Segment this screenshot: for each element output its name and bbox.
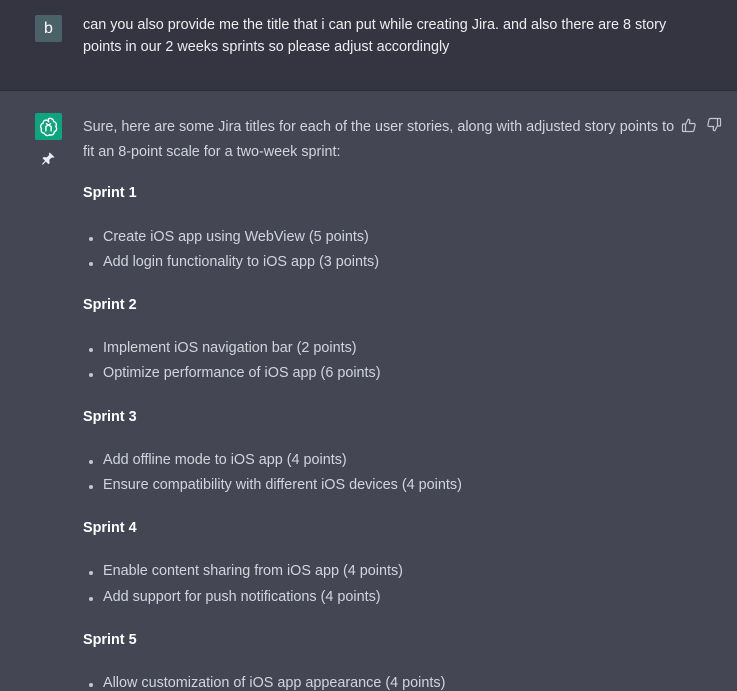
- user-message: b can you also provide me the title that…: [0, 0, 737, 91]
- sprint-5-heading: Sprint 5: [83, 632, 137, 648]
- assistant-message: Sure, here are some Jira titles for each…: [0, 91, 737, 691]
- thumbs-down-icon[interactable]: [706, 117, 722, 133]
- list-item: Add offline mode to iOS app (4 points): [89, 452, 347, 468]
- openai-logo-icon: [35, 113, 62, 140]
- list-item: Enable content sharing from iOS app (4 p…: [89, 563, 403, 579]
- list-item: Create iOS app using WebView (5 points): [89, 229, 369, 245]
- list-item: Ensure compatibility with different iOS …: [89, 477, 462, 493]
- sprint-1-heading: Sprint 1: [83, 185, 137, 201]
- intro-paragraph: Sure, here are some Jira titles for each…: [83, 119, 675, 160]
- list-item: Allow customization of iOS app appearanc…: [88, 675, 446, 691]
- list-item: Implement iOS navigation bar (2 points): [89, 340, 357, 356]
- user-avatar: b: [35, 15, 62, 42]
- user-message-text: can you also provide me the title that i…: [83, 17, 667, 55]
- list-item: Add support for push notifications (4 po…: [89, 589, 381, 605]
- list-item: Add login functionality to iOS app (3 po…: [89, 254, 379, 270]
- sprint-2-heading: Sprint 2: [83, 297, 137, 313]
- sprint-4-heading: Sprint 4: [83, 520, 137, 536]
- thumbs-up-icon[interactable]: [681, 117, 697, 133]
- assistant-message-text: Sure, here are some Jira titles for each…: [83, 115, 678, 165]
- sprint-3-heading: Sprint 3: [83, 409, 137, 425]
- pin-icon[interactable]: [40, 151, 56, 167]
- list-item: Optimize performance of iOS app (6 point…: [89, 365, 381, 381]
